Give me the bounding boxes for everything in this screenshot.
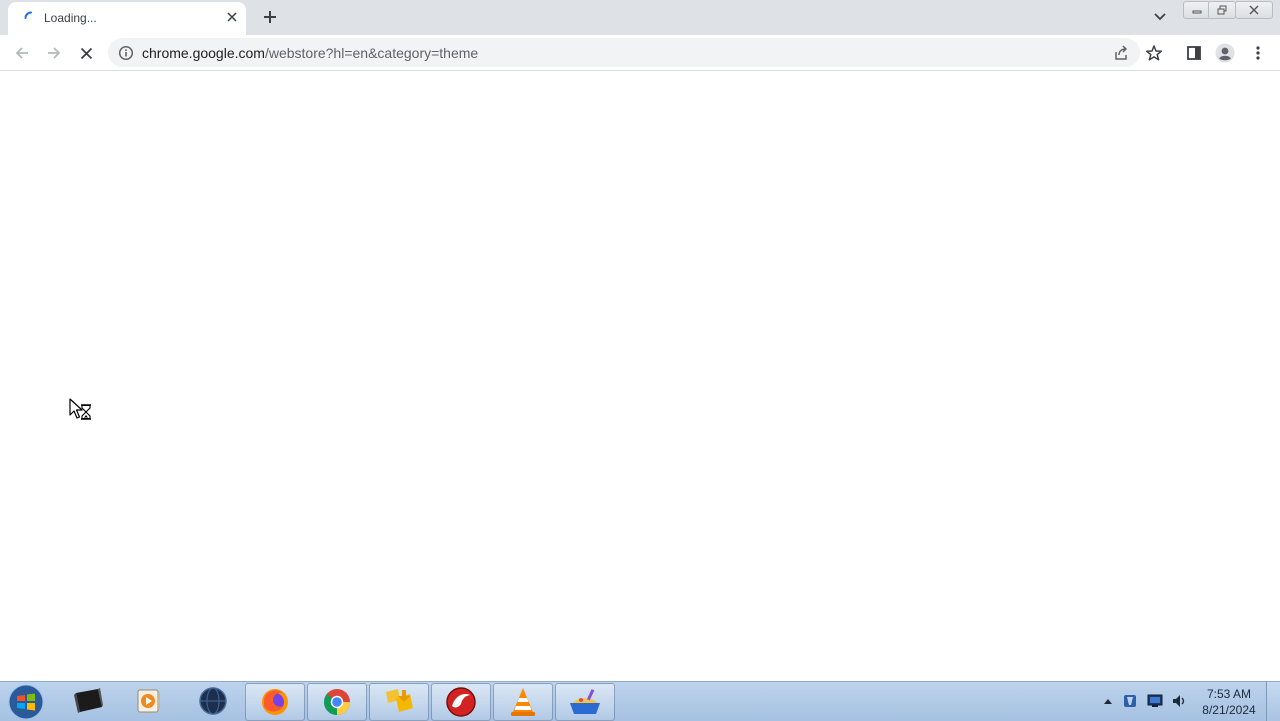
back-button[interactable] xyxy=(11,42,33,64)
arrow-right-icon xyxy=(48,47,61,59)
minimize-button[interactable] xyxy=(1183,1,1211,19)
tab-strip: Loading... xyxy=(0,0,1280,35)
forward-button[interactable] xyxy=(43,42,65,64)
chrome-icon xyxy=(323,689,350,716)
info-icon[interactable] xyxy=(118,45,134,61)
page-content xyxy=(0,71,1280,681)
side-panel-icon xyxy=(1187,46,1201,60)
url-path: /webstore?hl=en&category=theme xyxy=(264,45,479,61)
taskbar-app-chrome[interactable] xyxy=(307,683,367,721)
speaker-icon xyxy=(1173,695,1185,707)
menu-button[interactable] xyxy=(1247,42,1269,64)
chevron-down-icon xyxy=(1154,13,1166,21)
taskbar-app-vlc[interactable] xyxy=(493,683,553,721)
taskbar-app-globe[interactable] xyxy=(184,683,242,719)
restore-button[interactable] xyxy=(1208,1,1236,19)
tab-active[interactable]: Loading... xyxy=(8,2,246,35)
address-bar[interactable]: chrome.google.com/webstore?hl=en&categor… xyxy=(108,38,1163,67)
side-panel-button[interactable] xyxy=(1183,42,1205,64)
loading-spinner-icon xyxy=(24,11,32,19)
taskbar: 7:53 AM 8/21/2024 xyxy=(0,681,1280,721)
url-text[interactable]: chrome.google.com/webstore?hl=en&categor… xyxy=(142,45,478,61)
start-button[interactable] xyxy=(6,683,46,720)
close-window-button[interactable] xyxy=(1235,1,1273,19)
tray-network-button[interactable] xyxy=(1147,693,1163,709)
plus-icon xyxy=(264,11,276,23)
vlc-icon xyxy=(511,688,535,716)
taskbar-app-red[interactable] xyxy=(431,683,491,721)
taskbar-app-file-manager[interactable] xyxy=(369,683,429,721)
red-app-icon xyxy=(446,687,476,717)
tray-volume-button[interactable] xyxy=(1171,693,1187,709)
close-icon xyxy=(227,12,237,22)
restore-icon xyxy=(1217,5,1227,15)
taskbar-app-firefox[interactable] xyxy=(245,683,305,721)
star-icon[interactable] xyxy=(1145,44,1163,62)
arrow-left-icon xyxy=(15,47,28,59)
browser-toolbar: chrome.google.com/webstore?hl=en&categor… xyxy=(0,35,1280,71)
new-tab-button[interactable] xyxy=(260,7,280,27)
share-icon[interactable] xyxy=(1112,44,1130,62)
close-icon xyxy=(1249,5,1259,15)
network-icon xyxy=(1147,694,1163,707)
stop-loading-button[interactable] xyxy=(75,42,97,64)
clock-date: 8/21/2024 xyxy=(1202,703,1256,717)
tray-app-button[interactable] xyxy=(1122,693,1138,709)
show-desktop-button[interactable] xyxy=(1266,682,1280,721)
taskbar-app-paint[interactable] xyxy=(555,683,615,721)
taskbar-app-media-player[interactable] xyxy=(120,683,178,719)
tab-search-button[interactable] xyxy=(1151,8,1169,26)
tray-expand-button[interactable] xyxy=(1100,693,1116,709)
tab-close-button[interactable] xyxy=(224,9,240,25)
chevron-up-icon xyxy=(1104,699,1112,704)
start-orb-icon xyxy=(8,684,44,719)
terminal-icon xyxy=(74,688,103,713)
tray-app-icon xyxy=(1124,695,1136,707)
dark-globe-icon xyxy=(199,687,227,715)
minimize-icon xyxy=(1192,10,1202,14)
close-icon xyxy=(80,47,92,59)
file-manager-icon xyxy=(386,689,413,712)
busy-cursor-icon xyxy=(69,398,91,420)
paint-app-icon xyxy=(570,689,600,714)
more-vert-icon xyxy=(1256,46,1260,60)
profile-button[interactable] xyxy=(1214,42,1236,64)
avatar-icon xyxy=(1215,43,1235,63)
clock-time: 7:53 AM xyxy=(1206,687,1252,701)
firefox-icon xyxy=(262,689,288,715)
tab-title: Loading... xyxy=(44,11,97,25)
taskbar-app-terminal[interactable] xyxy=(60,683,118,719)
url-host: chrome.google.com xyxy=(142,45,265,61)
media-player-icon xyxy=(137,689,160,713)
system-clock[interactable]: 7:53 AM 8/21/2024 xyxy=(1196,686,1262,718)
